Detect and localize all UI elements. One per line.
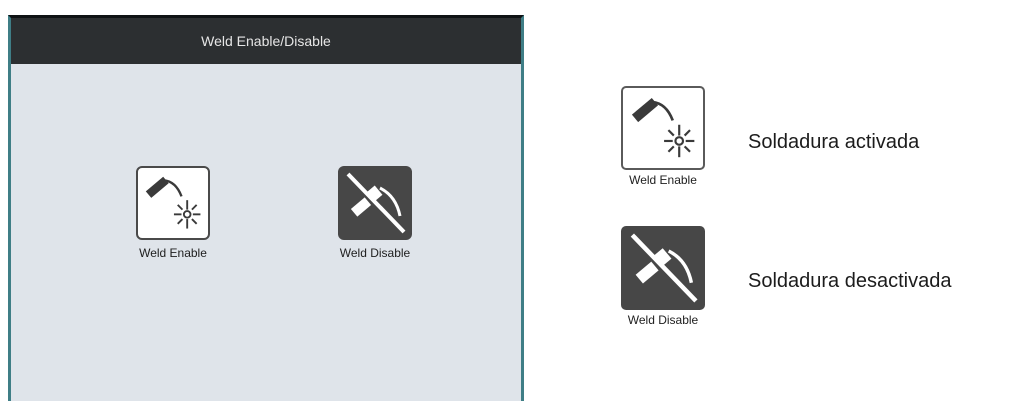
- weld-disable-button[interactable]: Weld Disable: [320, 166, 430, 260]
- weld-enable-label: Weld Enable: [139, 246, 207, 260]
- legend-weld-disable: Weld Disable: [618, 226, 708, 327]
- panel-title: Weld Enable/Disable: [11, 18, 521, 64]
- weld-disable-label: Weld Disable: [339, 246, 411, 260]
- legend-weld-enable-label: Weld Enable: [629, 173, 697, 187]
- panel-body: Weld Enable Weld Disable: [11, 64, 521, 401]
- weld-enable-icon: [136, 166, 210, 240]
- legend-weld-enable-description: Soldadura activada: [748, 131, 920, 153]
- legend-weld-disable-description: Soldadura desactivada: [748, 270, 952, 292]
- legend-weld-disable-label: Weld Disable: [627, 313, 699, 327]
- weld-disable-icon: [338, 166, 412, 240]
- weld-disable-icon: [621, 226, 705, 310]
- weld-enable-button[interactable]: Weld Enable: [118, 166, 228, 260]
- legend-weld-enable: Weld Enable: [618, 86, 708, 187]
- weld-panel: Weld Enable/Disable Weld Enable Weld Dis…: [8, 15, 524, 401]
- weld-enable-icon: [621, 86, 705, 170]
